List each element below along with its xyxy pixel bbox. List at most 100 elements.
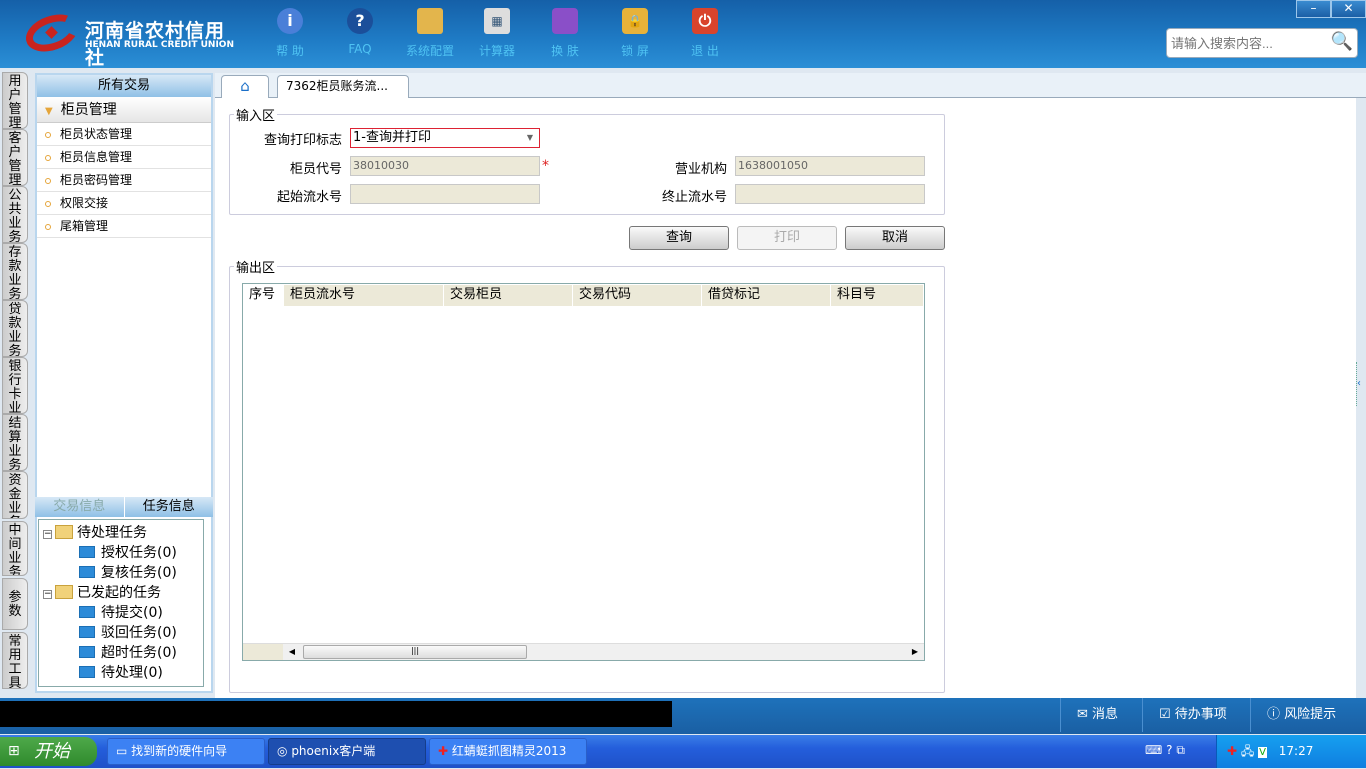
help-label: 帮 助 bbox=[276, 44, 304, 58]
end-serial-field[interactable] bbox=[735, 184, 925, 204]
tree-node-pending[interactable]: − 待处理任务 bbox=[43, 522, 147, 542]
column-header[interactable]: 柜员流水号 bbox=[284, 285, 444, 306]
toolbox-icon bbox=[417, 8, 443, 34]
column-header[interactable]: 交易代码 bbox=[573, 285, 702, 306]
messages-button[interactable]: ✉ 消息 bbox=[1060, 698, 1142, 732]
help-tray-icon[interactable]: ? bbox=[1166, 743, 1172, 757]
item-label: 权限交接 bbox=[60, 196, 109, 210]
vtab-public[interactable]: 公共业务 bbox=[2, 186, 28, 243]
home-tab[interactable]: ⌂ bbox=[221, 75, 269, 98]
exit-button[interactable]: ⏻ 退 出 bbox=[675, 8, 735, 59]
print-flag-select[interactable]: 1-查询并打印 ▼ bbox=[350, 128, 540, 148]
risk-label: 风险提示 bbox=[1284, 707, 1337, 722]
sidebar-item-info[interactable]: 柜员信息管理 bbox=[37, 146, 211, 169]
taskbar-item-screenshot-tool[interactable]: ✚ 红蜻蜓抓图精灵2013 bbox=[429, 738, 587, 765]
task-panel: 交易信息 任务信息 − 待处理任务 授权任务(0) 复核任务(0) − 已发起的任务 … bbox=[35, 497, 213, 693]
scroll-left-icon[interactable]: ◀ bbox=[285, 645, 299, 659]
sidebar-item-cashbox[interactable]: 尾箱管理 bbox=[37, 215, 211, 238]
settings-label: 系统配置 bbox=[405, 44, 454, 58]
vtab-settlement[interactable]: 结算业务 bbox=[2, 414, 28, 471]
column-header[interactable]: 序号 bbox=[243, 285, 284, 306]
lock-button[interactable]: 🔒 锁 屏 bbox=[605, 8, 665, 59]
taskbar-item-hardware-wizard[interactable]: ▭ 找到新的硬件向导 bbox=[107, 738, 265, 765]
settings-button[interactable]: 系统配置 bbox=[400, 8, 460, 59]
tree-node-auth[interactable]: 授权任务(0) bbox=[79, 542, 177, 562]
vtab-intermediary[interactable]: 中间业务 bbox=[2, 521, 28, 576]
bullet-icon bbox=[45, 155, 51, 161]
print-button[interactable]: 打印 bbox=[737, 226, 837, 250]
skin-label: 换 肤 bbox=[551, 44, 579, 58]
lock-label: 锁 屏 bbox=[621, 44, 649, 58]
taskbar-label: phoenix客户端 bbox=[291, 744, 376, 758]
vtab-deposit[interactable]: 存款业务 bbox=[2, 243, 28, 300]
vtab-card[interactable]: 银行卡业务 bbox=[2, 357, 28, 414]
tree-node-to-submit[interactable]: 待提交(0) bbox=[79, 602, 163, 622]
search-input[interactable] bbox=[1167, 29, 1322, 57]
vtab-loan[interactable]: 贷款业务 bbox=[2, 300, 28, 357]
bullet-icon bbox=[45, 178, 51, 184]
dragonfly-icon: ✚ bbox=[438, 744, 449, 758]
caret-down-icon: ▼ bbox=[45, 106, 53, 117]
collapse-icon[interactable]: − bbox=[43, 590, 52, 599]
folder-icon bbox=[79, 606, 95, 618]
tree-node-rejected[interactable]: 驳回任务(0) bbox=[79, 622, 177, 642]
search-icon[interactable]: 🔍 bbox=[1331, 31, 1353, 52]
teller-field[interactable]: 38010030 bbox=[350, 156, 540, 176]
faq-button[interactable]: ? FAQ bbox=[330, 8, 390, 56]
tree-node-timeout[interactable]: 超时任务(0) bbox=[79, 642, 177, 662]
node-label: 授权任务(0) bbox=[101, 545, 177, 561]
horizontal-scrollbar[interactable]: ◀ ||| ▶ bbox=[243, 643, 924, 660]
vtab-tools[interactable]: 常用工具 bbox=[2, 632, 28, 689]
column-header[interactable]: 交易柜员 bbox=[444, 285, 573, 306]
tree-node-initiated[interactable]: − 已发起的任务 bbox=[43, 582, 161, 602]
required-marker: * bbox=[542, 158, 549, 174]
dropdown-arrow-icon: ▼ bbox=[526, 133, 533, 142]
query-button[interactable]: 查询 bbox=[629, 226, 729, 250]
v2-icon[interactable]: V bbox=[1258, 747, 1267, 758]
scroll-thumb[interactable]: ||| bbox=[303, 645, 527, 659]
node-label: 待提交(0) bbox=[101, 605, 163, 621]
collapse-right-panel-icon[interactable]: ‹ bbox=[1356, 362, 1364, 406]
tree-node-review[interactable]: 复核任务(0) bbox=[79, 562, 177, 582]
folder-icon bbox=[79, 626, 95, 638]
start-button[interactable]: ⊞ 开始 bbox=[0, 737, 97, 766]
sidebar-item-handover[interactable]: 权限交接 bbox=[37, 192, 211, 215]
vtab-params[interactable]: 参数 bbox=[2, 578, 28, 630]
branch-field[interactable]: 1638001050 bbox=[735, 156, 925, 176]
tab-transaction-info[interactable]: 交易信息 bbox=[35, 497, 124, 517]
network-icon[interactable]: 🖧 bbox=[1241, 744, 1254, 758]
minimize-button[interactable]: – bbox=[1296, 0, 1331, 18]
clock[interactable]: 17:27 bbox=[1279, 744, 1314, 758]
column-header[interactable]: 科目号 bbox=[831, 285, 924, 306]
close-window-button[interactable]: ✕ bbox=[1331, 0, 1366, 18]
vtab-funds[interactable]: 资金业务 bbox=[2, 471, 28, 519]
keyboard-icon[interactable]: ⌨ bbox=[1145, 743, 1162, 757]
vtab-user-mgmt[interactable]: 用户管理 bbox=[2, 72, 28, 129]
help-button[interactable]: i 帮 助 bbox=[260, 8, 320, 59]
dragonfly-tray-icon[interactable]: ✚ bbox=[1227, 744, 1237, 758]
sidebar-item-password[interactable]: 柜员密码管理 bbox=[37, 169, 211, 192]
restore-icon[interactable]: ⧉ bbox=[1176, 743, 1185, 757]
todo-button[interactable]: ☑ 待办事项 bbox=[1142, 698, 1250, 732]
column-header[interactable]: 借贷标记 bbox=[702, 285, 831, 306]
start-serial-field[interactable] bbox=[350, 184, 540, 204]
messages-label: 消息 bbox=[1092, 707, 1119, 722]
risk-alert-button[interactable]: ⓘ 风险提示 bbox=[1250, 698, 1366, 732]
calculator-button[interactable]: ▦ 计算器 bbox=[467, 8, 527, 59]
scroll-right-icon[interactable]: ▶ bbox=[908, 645, 922, 659]
node-label: 驳回任务(0) bbox=[101, 625, 177, 641]
tab-label: 7362柜员账务流... bbox=[286, 79, 388, 93]
sidebar-item-status[interactable]: 柜员状态管理 bbox=[37, 123, 211, 146]
checkbox-icon: ☑ bbox=[1159, 707, 1171, 722]
start-serial-label: 起始流水号 bbox=[276, 190, 342, 205]
item-label: 尾箱管理 bbox=[60, 219, 109, 233]
tree-node-to-process[interactable]: 待处理(0) bbox=[79, 662, 163, 682]
collapse-icon[interactable]: − bbox=[43, 530, 52, 539]
taskbar-item-phoenix[interactable]: ◎ phoenix客户端 bbox=[268, 738, 426, 765]
vtab-customer-mgmt[interactable]: 客户管理 bbox=[2, 129, 28, 186]
cancel-button[interactable]: 取消 bbox=[845, 226, 945, 250]
skin-button[interactable]: 换 肤 bbox=[535, 8, 595, 59]
sidebar-group-teller[interactable]: ▼ 柜员管理 bbox=[37, 97, 211, 123]
tab-7362[interactable]: 7362柜员账务流... × bbox=[277, 75, 409, 114]
tab-task-info[interactable]: 任务信息 bbox=[123, 497, 214, 517]
